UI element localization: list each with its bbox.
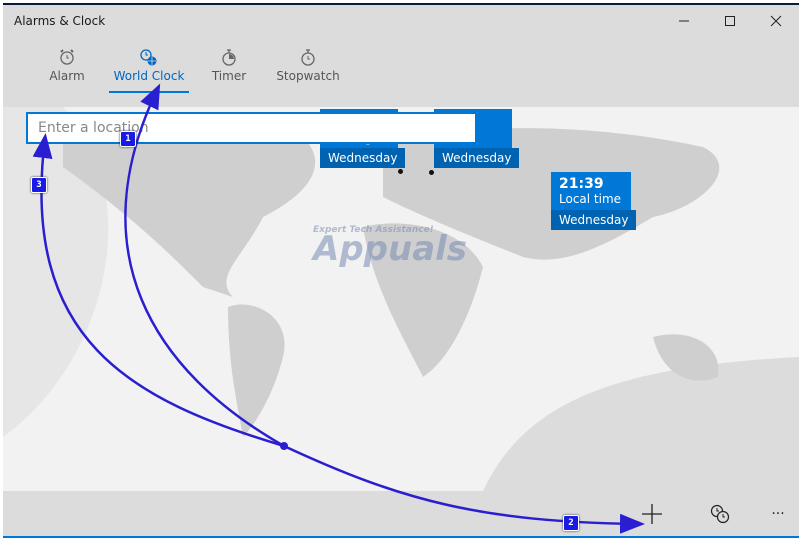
tab-label: Alarm [49,69,85,83]
timer-icon [222,49,236,66]
tab-alarm[interactable]: Alarm [47,47,87,83]
active-tab-indicator [109,91,189,93]
minimize-icon [679,20,689,22]
add-icon [642,504,662,524]
command-bar: ··· [3,491,799,538]
world-clock-icon [140,49,157,66]
world-map[interactable]: Expert Tech Assistance! Appuals Nottingh… [3,107,799,491]
window-title: Alarms & Clock [14,14,106,28]
add-button[interactable] [632,496,672,532]
title-bar: Alarms & Clock [3,5,799,41]
tab-timer[interactable]: Timer [209,47,249,83]
clock-day: Wednesday [320,148,406,168]
more-icon: ··· [771,506,785,522]
maximize-icon [725,16,735,26]
tab-world-clock[interactable]: World Clock [109,47,189,93]
tab-label: Stopwatch [276,69,340,83]
minimize-button[interactable] [661,5,707,37]
alarm-clock-icon [60,49,74,65]
more-button[interactable]: ··· [758,496,798,532]
app-window: Alarms & Clock Alarm World Clock Timer S… [3,3,799,538]
close-button[interactable] [753,5,799,37]
clock-card-local[interactable]: 21:39 Local time Wednesday [551,172,637,230]
tab-stopwatch[interactable]: Stopwatch [276,47,340,83]
annotation-badge-3: 3 [31,177,47,193]
clock-day: Wednesday [551,210,637,230]
maximize-button[interactable] [707,5,753,37]
watermark-brand: Appuals [313,229,468,269]
location-search[interactable] [26,112,477,144]
stopwatch-icon [301,49,315,66]
location-pin[interactable] [398,169,403,174]
compare-clocks-icon [710,504,730,524]
clock-time: 21:39 [559,176,604,192]
close-icon [770,15,782,27]
clock-card-header: 21:39 Local time [551,172,631,210]
location-pin[interactable] [429,170,434,175]
tab-bar: Alarm World Clock Timer Stopwatch [3,41,799,107]
watermark: Expert Tech Assistance! Appuals [313,225,467,269]
tab-label: Timer [211,69,247,83]
compare-button[interactable] [700,496,740,532]
clock-label: Local time [559,192,622,206]
tab-label: World Clock [113,69,185,83]
location-input[interactable] [28,114,475,142]
clock-day: Wednesday [434,148,520,168]
annotation-badge-1: 1 [120,131,136,147]
annotation-badge-2: 2 [563,515,579,531]
